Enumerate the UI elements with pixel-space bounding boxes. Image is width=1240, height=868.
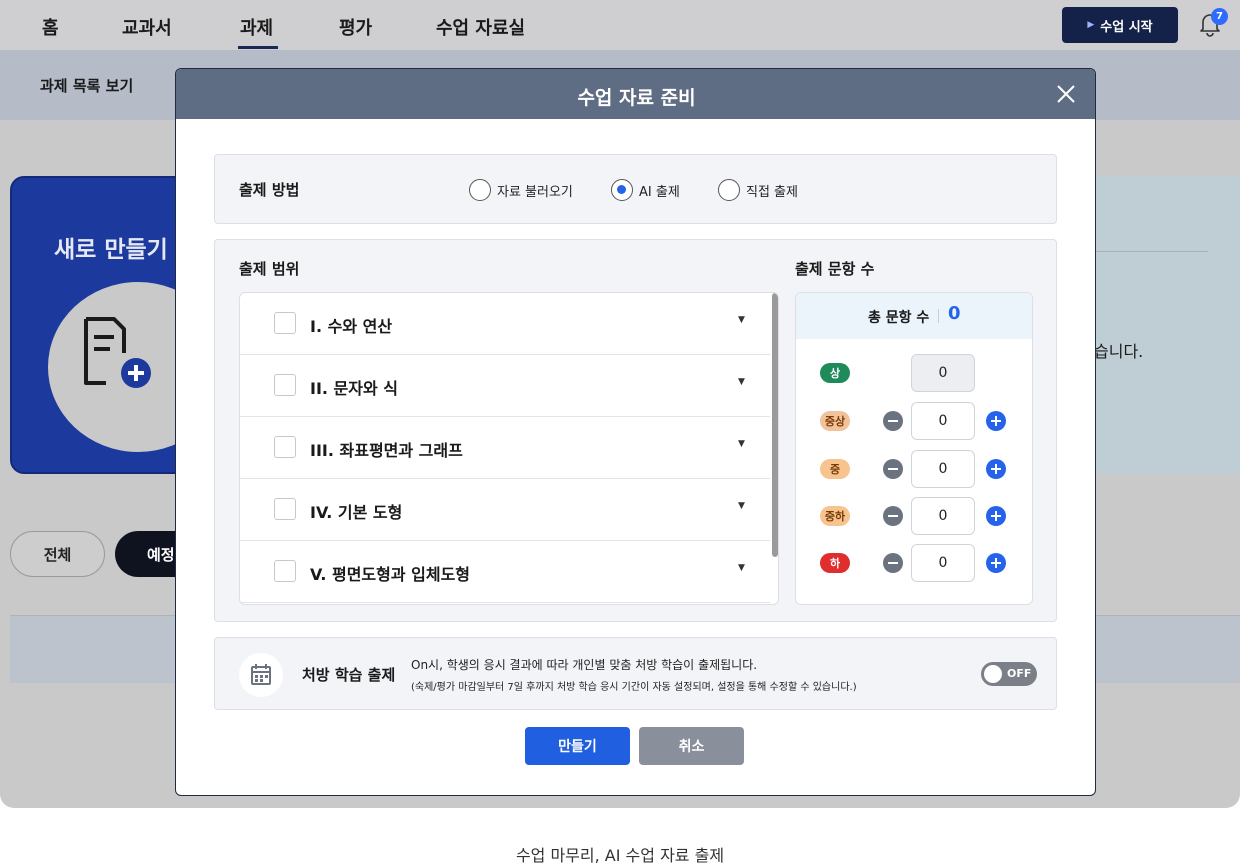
toggle-knob xyxy=(984,665,1002,683)
chevron-down-icon[interactable]: ▼ xyxy=(738,563,745,573)
level-high-count: 0 xyxy=(911,354,975,392)
new-create-title: 새로 만들기 xyxy=(54,237,168,263)
total-count-label: 총 문항 수 xyxy=(868,310,930,326)
prescription-toggle[interactable]: OFF xyxy=(981,662,1037,686)
level-mid-high-count[interactable]: 0 xyxy=(911,402,975,440)
method-section: 출제 방법 자료 불러오기 AI 출제 직접 출제 xyxy=(214,154,1057,224)
level-badge-low: 하 xyxy=(820,553,850,573)
plus-icon[interactable] xyxy=(986,411,1006,431)
question-count-panel: 총 문항 수 0 상 0 중상 0 중 0 중하 0 하 0 xyxy=(795,292,1033,605)
nav-textbook[interactable]: 교과서 xyxy=(122,14,172,40)
modal-header: 수업 자료 준비 xyxy=(176,69,1095,119)
radio-load-material[interactable]: 자료 불러오기 xyxy=(469,179,573,201)
calendar-icon-circle xyxy=(239,653,283,697)
count-label: 출제 문항 수 xyxy=(795,260,875,278)
unit-label: I. 수와 연산 xyxy=(310,317,393,336)
plus-icon[interactable] xyxy=(986,506,1006,526)
method-label: 출제 방법 xyxy=(239,181,300,199)
radio-label: AI 출제 xyxy=(639,184,680,200)
make-button[interactable]: 만들기 xyxy=(525,727,630,765)
prepare-materials-modal: 수업 자료 준비 출제 방법 자료 불러오기 AI 출제 직접 출제 출제 범위… xyxy=(175,68,1096,796)
toggle-state-label: OFF xyxy=(1007,667,1032,680)
radio-manual[interactable]: 직접 출제 xyxy=(718,179,798,201)
unit-label: II. 문자와 식 xyxy=(310,379,399,398)
unit-row[interactable]: I. 수와 연산 ▼ xyxy=(240,293,770,355)
unit-row[interactable]: V. 평면도형과 입체도형 ▼ xyxy=(240,541,770,603)
radio-circle-selected xyxy=(611,179,633,201)
unit-checkbox[interactable] xyxy=(274,436,296,458)
range-section: 출제 범위 출제 문항 수 I. 수와 연산 ▼ II. 문자와 식 ▼ III… xyxy=(214,239,1057,622)
unit-checkbox[interactable] xyxy=(274,498,296,520)
unit-checkbox[interactable] xyxy=(274,374,296,396)
level-badge-mid-high: 중상 xyxy=(820,411,850,431)
unit-label: III. 좌표평면과 그래프 xyxy=(310,441,463,460)
prescription-title: 처방 학습 출제 xyxy=(302,666,396,684)
chevron-down-icon[interactable]: ▼ xyxy=(738,377,745,387)
nav-assignment[interactable]: 과제 xyxy=(240,14,273,40)
minus-icon[interactable] xyxy=(883,459,903,479)
unit-checkbox[interactable] xyxy=(274,560,296,582)
start-class-label: 수업 시작 xyxy=(1100,19,1153,35)
prescription-note: (숙제/평가 마감일부터 7일 후까지 처방 학습 응시 기간이 자동 설정되며… xyxy=(411,682,857,693)
divider xyxy=(938,309,939,323)
unit-list[interactable]: I. 수와 연산 ▼ II. 문자와 식 ▼ III. 좌표평면과 그래프 ▼ … xyxy=(239,292,779,605)
notification-badge: 7 xyxy=(1211,8,1228,25)
filter-all-button[interactable]: 전체 xyxy=(10,531,105,577)
unit-row[interactable]: II. 문자와 식 ▼ xyxy=(240,355,770,417)
info-panel xyxy=(1080,176,1240,474)
unit-label: V. 평면도형과 입체도형 xyxy=(310,565,471,584)
total-count-header: 총 문항 수 0 xyxy=(796,293,1032,339)
plus-icon[interactable] xyxy=(986,553,1006,573)
chevron-down-icon[interactable]: ▼ xyxy=(738,501,745,511)
info-divider xyxy=(1086,251,1208,252)
minus-icon[interactable] xyxy=(883,506,903,526)
radio-label: 직접 출제 xyxy=(746,184,798,200)
unit-row[interactable]: III. 좌표평면과 그래프 ▼ xyxy=(240,417,770,479)
prescription-section: 처방 학습 출제 On시, 학생의 응시 결과에 따라 개인별 맞춤 처방 학습… xyxy=(214,637,1057,710)
range-label: 출제 범위 xyxy=(239,260,300,278)
level-badge-high: 상 xyxy=(820,363,850,383)
total-count-value: 0 xyxy=(948,303,961,324)
level-badge-mid: 중 xyxy=(820,459,850,479)
nav-materials[interactable]: 수업 자료실 xyxy=(436,14,525,40)
minus-icon[interactable] xyxy=(883,553,903,573)
modal-title: 수업 자료 준비 xyxy=(577,87,696,109)
unit-checkbox[interactable] xyxy=(274,312,296,334)
level-mid-low-count[interactable]: 0 xyxy=(911,497,975,535)
unit-row[interactable]: IV. 기본 도형 ▼ xyxy=(240,479,770,541)
minus-icon[interactable] xyxy=(883,411,903,431)
radio-label: 자료 불러오기 xyxy=(497,184,573,200)
figure-caption: 수업 마무리, AI 수업 자료 출제 xyxy=(515,846,725,865)
chevron-down-icon[interactable]: ▼ xyxy=(738,315,745,325)
top-nav: 홈 교과서 과제 평가 수업 자료실 ▶ 수업 시작 7 xyxy=(0,0,1240,50)
start-class-button[interactable]: ▶ 수업 시작 xyxy=(1062,7,1178,43)
play-icon: ▶ xyxy=(1087,20,1095,30)
list-scrollbar[interactable] xyxy=(772,293,778,557)
close-icon[interactable] xyxy=(1055,83,1077,105)
level-low-count[interactable]: 0 xyxy=(911,544,975,582)
assignment-list-link[interactable]: 과제 목록 보기 xyxy=(40,75,133,96)
nav-home[interactable]: 홈 xyxy=(42,14,59,40)
info-text: 습니다. xyxy=(1094,342,1144,361)
chevron-down-icon[interactable]: ▼ xyxy=(738,439,745,449)
radio-circle xyxy=(718,179,740,201)
cancel-button[interactable]: 취소 xyxy=(639,727,744,765)
level-mid-count[interactable]: 0 xyxy=(911,450,975,488)
calendar-icon xyxy=(251,664,271,685)
radio-ai-generate[interactable]: AI 출제 xyxy=(611,179,680,201)
unit-label: IV. 기본 도형 xyxy=(310,503,403,522)
plus-icon[interactable] xyxy=(986,459,1006,479)
document-add-icon xyxy=(84,317,151,388)
nav-evaluation[interactable]: 평가 xyxy=(339,14,372,40)
radio-circle xyxy=(469,179,491,201)
level-badge-mid-low: 중하 xyxy=(820,506,850,526)
prescription-description: On시, 학생의 응시 결과에 따라 개인별 맞춤 처방 학습이 출제됩니다. xyxy=(411,658,758,672)
nav-active-indicator xyxy=(238,46,278,49)
